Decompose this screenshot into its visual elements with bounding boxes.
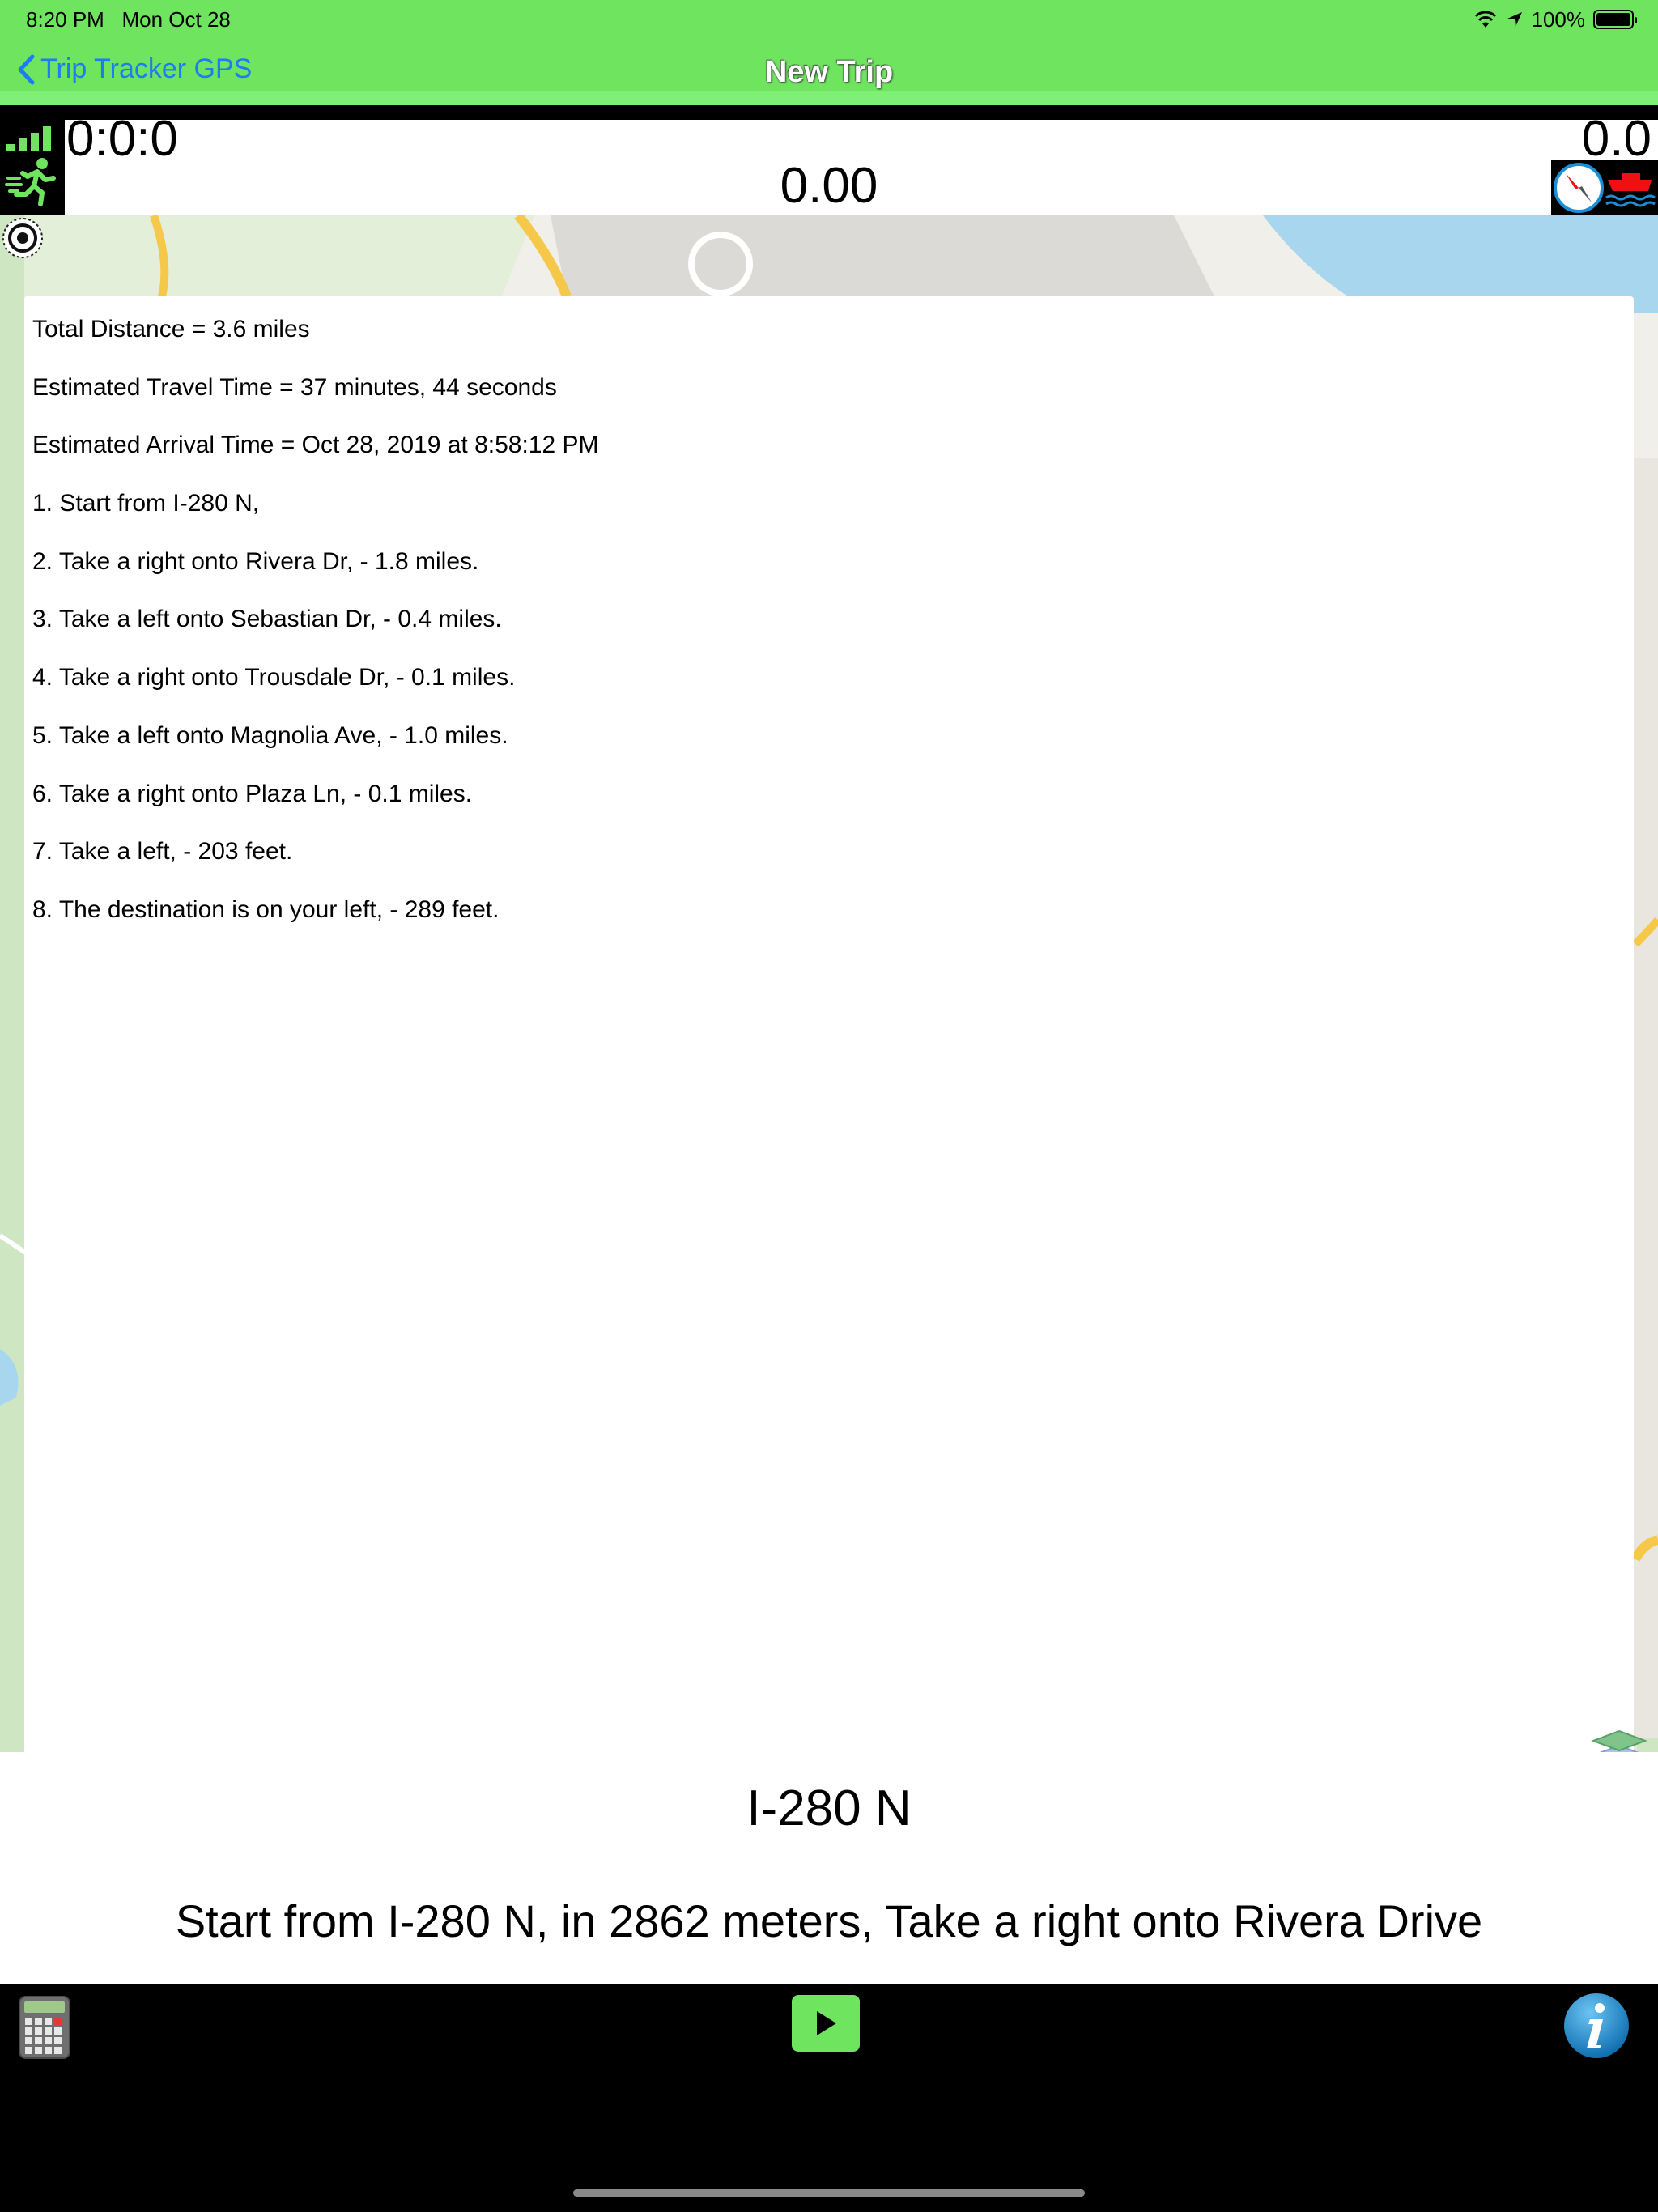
right-icon-panel [1551,160,1658,215]
directions-panel: Total Distance = 3.6 miles Estimated Tra… [24,296,1634,1757]
direction-step: 4. Take a right onto Trousdale Dr, - 0.1… [32,664,516,691]
next-instruction-panel: I-280 N Start from I-280 N, in 2862 mete… [0,1752,1658,1984]
status-date: Mon Oct 28 [121,7,231,32]
direction-step: 5. Take a left onto Magnolia Ave, - 1.0 … [32,721,508,749]
page-title: New Trip [764,55,894,89]
status-time: 8:20 PM Mon Oct 28 [26,7,231,32]
direction-step: 2. Take a right onto Rivera Dr, - 1.8 mi… [32,547,479,575]
play-icon [817,2011,836,2035]
direction-step: 1. Start from I-280 N, [32,490,260,517]
battery-percent: 100% [1531,6,1586,32]
total-distance: Total Distance = 3.6 miles [32,316,310,342]
direction-step: 8. The destination is on your left, - 28… [32,895,500,923]
boat-icon[interactable] [1605,167,1656,209]
direction-step: 3. Take a left onto Sebastian Dr, - 0.4 … [32,606,502,633]
trip-distance: 0.00 [780,158,878,214]
direction-step: 6. Take a right onto Plaza Ln, - 0.1 mil… [32,780,473,807]
play-button[interactable] [792,1995,860,2052]
travel-time: Estimated Travel Time = 37 minutes, 44 s… [32,373,557,401]
instruction-text: Start from I-280 N, in 2862 meters, Take… [175,1895,1483,1946]
info-icon[interactable] [1562,1992,1630,2060]
status-right: 100% [1473,5,1637,34]
home-indicator [573,2189,1085,2197]
signal-bars-icon[interactable] [5,125,57,152]
bottom-toolbar [0,1984,1658,2212]
location-arrow-icon [1507,12,1522,27]
navigation-bar: Trip Tracker GPS New Trip [0,39,1658,105]
calculator-icon[interactable] [18,1995,71,2060]
battery-icon [1593,10,1637,29]
wifi-icon [1474,11,1496,28]
location-target-icon[interactable] [0,215,45,261]
navbar-divider [0,91,1658,105]
current-road: I-280 N [746,1780,912,1836]
current-speed: 0.0 [1581,111,1652,167]
direction-step: 7. Take a left, - 203 feet. [32,838,293,866]
arrival-time: Estimated Arrival Time = Oct 28, 2019 at… [32,432,599,459]
status-bar: 8:20 PM Mon Oct 28 100% [0,0,1658,39]
compass-icon[interactable] [1553,162,1605,214]
trip-stats-bar: 0:0:0 0.00 0.0 [0,111,1658,215]
